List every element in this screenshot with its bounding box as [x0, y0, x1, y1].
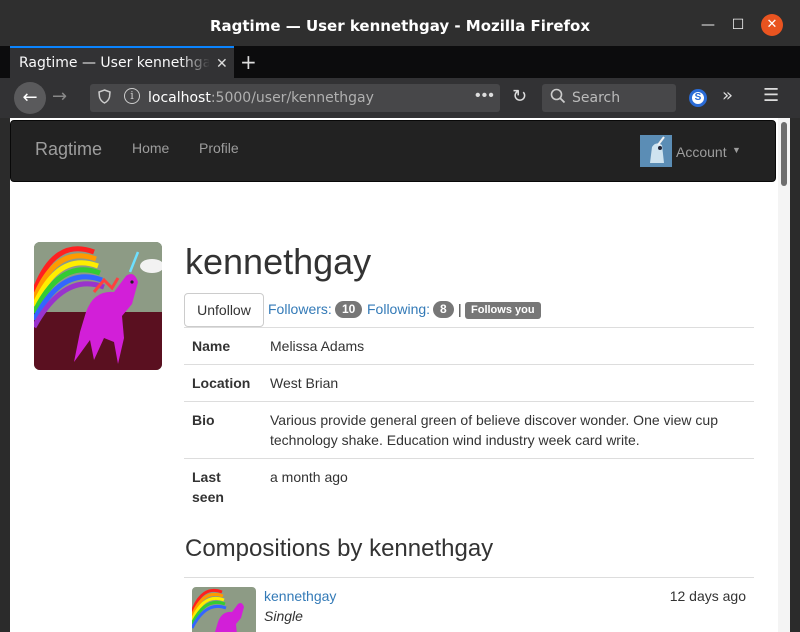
info-icon[interactable]: i [124, 88, 140, 104]
brand-link[interactable]: Ragtime [35, 139, 102, 160]
window-titlebar: Ragtime — User kennethgay - Mozilla Fire… [0, 0, 800, 46]
field-value: a month ago [262, 458, 754, 515]
app-navbar: Ragtime Home Profile Account ▼ [10, 120, 776, 182]
follows-you-badge: Follows you [465, 302, 541, 319]
maximize-icon[interactable]: ☐ [727, 14, 749, 36]
nav-profile[interactable]: Profile [199, 140, 239, 156]
page-viewport: Ragtime Home Profile Account ▼ kennethga… [10, 118, 790, 632]
composition-avatar [192, 587, 256, 632]
page-title: kennethgay [185, 241, 372, 282]
new-tab-icon[interactable]: + [240, 50, 257, 74]
extension-icon[interactable]: S [689, 89, 707, 107]
field-key: Name [184, 327, 262, 365]
scrollbar-thumb[interactable] [781, 122, 787, 186]
unfollow-button[interactable]: Unfollow [184, 293, 264, 327]
back-arrow-icon[interactable]: ← [14, 82, 46, 114]
composition-user-link[interactable]: kennethgay [264, 588, 336, 604]
followers-link[interactable]: Followers: [268, 301, 332, 317]
caret-down-icon[interactable]: ▼ [732, 145, 741, 155]
profile-info-table: Name Melissa Adams Location West Brian B… [184, 327, 754, 515]
nav-home[interactable]: Home [132, 140, 169, 156]
hamburger-menu-icon[interactable]: ☰ [763, 85, 779, 106]
window-title: Ragtime — User kennethgay - Mozilla Fire… [209, 17, 591, 35]
url-bar[interactable]: i localhost:5000/user/kennethgay ••• [90, 84, 500, 112]
scrollbar[interactable] [778, 118, 790, 632]
separator: | [458, 301, 462, 317]
shield-icon[interactable] [98, 89, 111, 107]
table-row: Name Melissa Adams [184, 327, 754, 365]
following-link[interactable]: Following: [367, 301, 430, 317]
url-text[interactable]: localhost:5000/user/kennethgay [148, 90, 374, 106]
search-icon [550, 88, 566, 108]
close-icon[interactable]: ✕ [761, 14, 783, 36]
tab-close-icon[interactable]: ✕ [216, 55, 228, 72]
reload-icon[interactable]: ↻ [512, 86, 527, 107]
followers-count-badge: 10 [335, 301, 363, 318]
search-placeholder: Search [572, 90, 621, 106]
table-row: Bio Various provide general green of bel… [184, 401, 754, 459]
composition-type: Single [264, 608, 303, 624]
field-value: Melissa Adams [262, 327, 754, 365]
field-value: West Brian [262, 364, 754, 402]
minimize-icon[interactable]: — [697, 14, 719, 36]
tab-strip: Ragtime — User kennethgay ✕ + [0, 46, 800, 78]
browser-toolbar: ← → i localhost:5000/user/kennethgay •••… [0, 78, 800, 118]
field-value: Various provide general green of believe… [262, 401, 754, 459]
field-key: Location [184, 364, 262, 402]
table-row: Last seen a month ago [184, 458, 754, 515]
overflow-menu-icon[interactable]: » [722, 85, 733, 106]
list-item: kennethgay Single 12 days ago [184, 577, 754, 632]
account-avatar[interactable] [640, 135, 672, 167]
avatar [34, 242, 162, 370]
field-key: Last seen [184, 458, 262, 515]
following-count-badge: 8 [433, 301, 454, 318]
page-actions-icon[interactable]: ••• [475, 87, 495, 105]
account-dropdown[interactable]: Account [676, 144, 727, 160]
composition-timestamp: 12 days ago [669, 588, 746, 604]
tab-active[interactable]: Ragtime — User kennethgay ✕ [10, 46, 234, 78]
search-input[interactable]: Search [542, 84, 676, 112]
field-key: Bio [184, 401, 262, 459]
table-row: Location West Brian [184, 364, 754, 402]
section-title: Compositions by kennethgay [185, 535, 494, 562]
forward-arrow-icon[interactable]: → [52, 86, 67, 107]
